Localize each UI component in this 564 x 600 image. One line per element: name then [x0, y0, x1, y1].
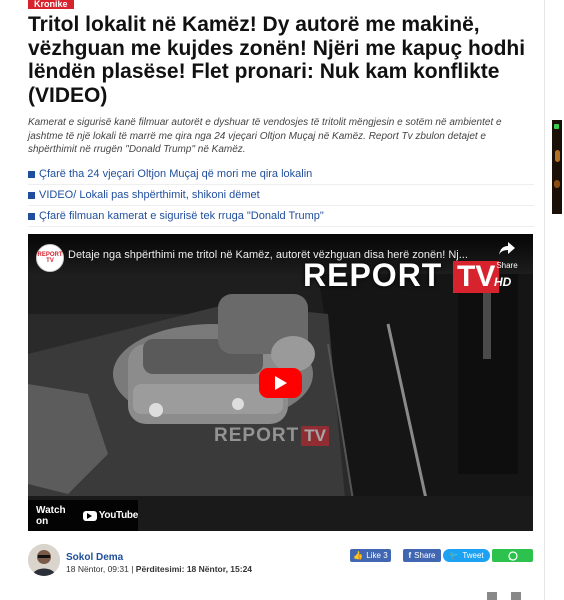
channel-badge-text: REPORT TV: [37, 252, 63, 264]
watermark-report: REPORT: [303, 257, 443, 293]
facebook-share-label: Share: [414, 551, 436, 560]
facebook-share-button[interactable]: f Share: [403, 549, 441, 562]
video-share-label: Share: [496, 261, 518, 270]
tweet-button[interactable]: 🐦 Tweet: [443, 549, 490, 562]
email-icon[interactable]: [511, 592, 521, 600]
square-bullet-icon: [28, 212, 35, 220]
ad-light: [554, 180, 560, 188]
ad-light: [555, 150, 560, 162]
whatsapp-share-button[interactable]: [492, 549, 533, 562]
square-bullet-icon: [28, 170, 35, 178]
youtube-play-icon: [82, 510, 97, 521]
watch-on-label: Watch on: [36, 504, 66, 527]
play-button[interactable]: [259, 368, 302, 398]
facebook-like-button[interactable]: 👍 Like 3: [350, 549, 391, 562]
tweet-label: Tweet: [462, 551, 484, 560]
center-watermark-tv: TV: [301, 426, 329, 446]
youtube-logo: YouTube: [82, 510, 139, 521]
sidebar-ad-thumbnail[interactable]: [552, 120, 562, 214]
channel-avatar[interactable]: REPORT TV: [36, 244, 64, 272]
video-player[interactable]: REPORT TV Detaje nga shpërthimi me trito…: [28, 234, 533, 531]
related-link-text: VIDEO/ Lokali pas shpërthimit, shikoni d…: [39, 189, 260, 201]
author-name[interactable]: Sokol Dema: [66, 552, 123, 563]
printer-icon[interactable]: [487, 592, 497, 600]
related-link[interactable]: Çfarë filmuan kamerat e sigurisë tek rru…: [28, 206, 534, 227]
video-share-button[interactable]: Share: [490, 242, 524, 270]
center-watermark: REPORT TV: [214, 425, 329, 447]
square-bullet-icon: [28, 191, 35, 199]
thumbs-up-icon: 👍: [353, 551, 364, 560]
author-meta: 18 Nëntor, 09:31 | Përditesimi: 18 Nënto…: [66, 564, 253, 574]
author-row: Sokol Dema 18 Nëntor, 09:31 | Përditesim…: [28, 544, 533, 578]
whatsapp-icon: [507, 550, 518, 561]
article-lead: Kamerat e sigurisë kanë filmuar autorët …: [28, 117, 502, 155]
youtube-wordmark: YouTube: [98, 510, 139, 521]
publish-date: 18 Nëntor, 09:31: [66, 564, 129, 574]
watermark-hd: HD: [494, 275, 512, 289]
watch-on-youtube[interactable]: Watch on YouTube: [28, 500, 138, 531]
like-count: 3: [383, 551, 388, 560]
category-badge[interactable]: Kronike: [28, 0, 74, 9]
share-arrow-icon: [499, 242, 515, 255]
related-link[interactable]: Çfarë tha 24 vjeçari Oltjon Muçaj që mor…: [28, 164, 534, 185]
updated-date: 18 Nëntor, 15:24: [186, 564, 253, 574]
article-headline: Tritol lokalit në Kamëz! Dy autorë me ma…: [28, 13, 526, 107]
related-links: Çfarë tha 24 vjeçari Oltjon Muçaj që mor…: [28, 164, 534, 227]
related-link[interactable]: VIDEO/ Lokali pas shpërthimit, shikoni d…: [28, 185, 534, 206]
related-link-text: Çfarë tha 24 vjeçari Oltjon Muçaj që mor…: [39, 168, 313, 180]
bottom-icons: [487, 592, 521, 600]
facebook-icon: f: [408, 551, 412, 560]
center-watermark-report: REPORT: [214, 425, 300, 446]
author-avatar[interactable]: [28, 544, 60, 576]
twitter-bird-icon: 🐦: [449, 551, 460, 560]
article-main: Kronike Tritol lokalit në Kamëz! Dy auto…: [0, 0, 544, 600]
play-icon: [274, 376, 287, 390]
related-link-text: Çfarë filmuan kamerat e sigurisë tek rru…: [39, 210, 324, 222]
sidebar-divider: [544, 0, 545, 600]
indicator-dot: [554, 124, 559, 129]
updated-label: Përditesimi:: [135, 564, 185, 574]
like-label: Like: [366, 551, 381, 560]
